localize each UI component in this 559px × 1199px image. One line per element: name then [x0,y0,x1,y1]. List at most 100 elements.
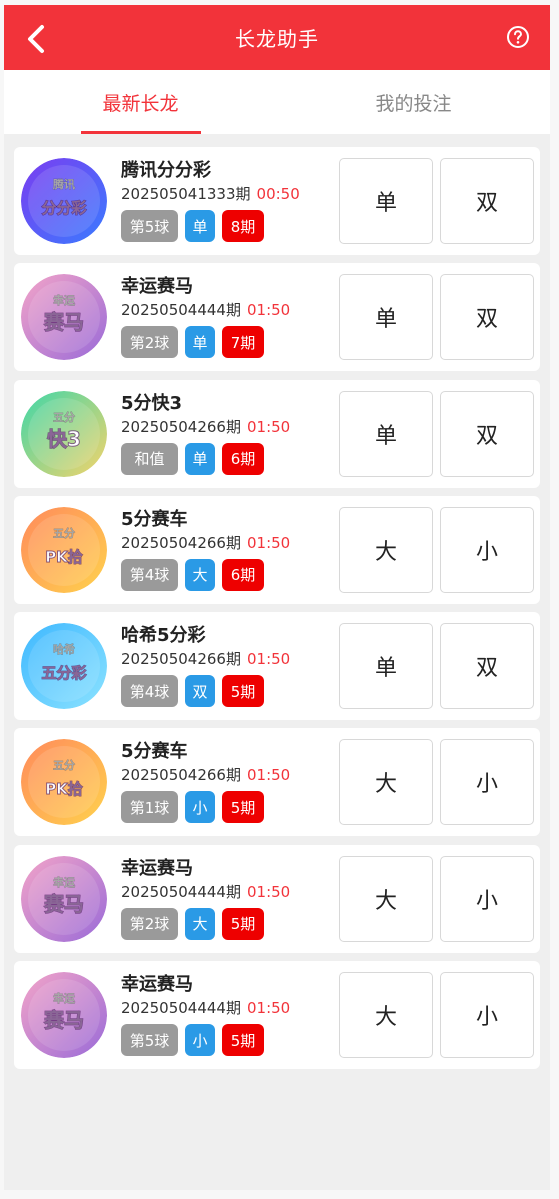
bet-option-button[interactable]: 双 [440,390,534,477]
streak-badge: 6期 [222,442,264,475]
issue-number: 20250504444期 [121,999,241,1018]
tab-my-bets[interactable]: 我的投注 [277,70,550,134]
lottery-logo: 腾讯 分分彩 [21,158,107,244]
lottery-logo-art: 幸运赛马 [21,972,107,1059]
lottery-name: 5分赛车 [121,508,188,530]
card-info: 幸运赛马 20250504444期 01:50 第2球 大 5期 [121,858,331,940]
lottery-logo-art: 五分 PK拾 [21,506,107,593]
issue-number: 20250504266期 [121,650,241,669]
streak-badge: 5期 [222,675,264,708]
bet-option-button[interactable]: 小 [440,739,534,826]
bet-option-button[interactable]: 大 [339,739,433,826]
logo-caption-main: 分分彩 [41,199,86,217]
streak-card: 幸运赛马 幸运赛马 20250504444期 01:50 第2球 大 5期 大 小 [14,844,540,953]
bet-option-button[interactable]: 小 [440,972,534,1059]
streak-badge: 6期 [222,558,264,591]
bet-option-button[interactable]: 双 [440,274,534,361]
help-button[interactable] [506,25,530,49]
lottery-name: 哈希5分彩 [121,625,206,647]
lottery-logo-art: 五分快3 [21,390,107,477]
chevron-left-icon [28,25,44,53]
tag-row: 第1球 小 5期 [121,791,331,824]
streak-card: 五分 快3 5分快3 20250504266期 01:50 和值 单 6期 单 双 [14,379,540,488]
ball-badge: 第2球 [121,326,178,359]
bet-option-button[interactable]: 双 [440,623,534,710]
logo-caption-top: 幸运 [53,293,75,307]
tag-row: 第4球 大 6期 [121,558,331,591]
logo-caption-top: 腾讯 [53,177,75,191]
issue-number: 20250504444期 [121,882,241,901]
bet-options: 大 小 [339,972,534,1059]
logo-caption-main: 赛马 [43,1008,84,1032]
card-info: 5分快3 20250504266期 01:50 和值 单 6期 [121,393,331,475]
app-frame: 长龙助手 最新长龙 我的投注 腾讯 分分彩 腾讯分分彩 202505041333期… [4,5,550,1190]
bet-option-button[interactable]: 大 [339,855,433,942]
logo-caption-main: PK拾 [45,548,83,566]
logo-caption-top: 幸运 [53,875,75,889]
countdown: 01:50 [246,533,291,552]
countdown: 01:50 [246,417,291,436]
card-info: 5分赛车 20250504266期 01:50 第4球 大 6期 [121,509,331,591]
bet-option-button[interactable]: 小 [440,506,534,593]
streak-list: 腾讯 分分彩 腾讯分分彩 202505041333期 00:50 第5球 单 8期 … [4,134,550,1070]
tag-row: 和值 单 6期 [121,442,331,475]
logo-caption-main: 五分彩 [41,664,86,682]
countdown: 01:50 [246,999,291,1018]
logo-caption-main: PK拾 [45,780,83,798]
card-info: 幸运赛马 20250504444期 01:50 第5球 小 5期 [121,974,331,1057]
back-button[interactable] [22,24,48,54]
bet-option-button[interactable]: 单 [339,274,433,361]
lottery-logo-art: 幸运赛马 [21,855,107,942]
issue-number: 20250504444期 [121,301,241,320]
help-circle-icon [507,26,529,48]
issue-row: 20250504266期 01:50 [121,764,331,786]
issue-number: 20250504266期 [121,533,241,552]
card-info: 腾讯分分彩 202505041333期 00:50 第5球 单 8期 [121,160,331,242]
card-info: 5分赛车 20250504266期 01:50 第1球 小 5期 [121,741,331,824]
logo-caption-main: 赛马 [43,310,84,334]
countdown: 01:50 [246,766,291,785]
lottery-logo: 幸运 赛马 [21,972,107,1059]
ball-badge: 第5球 [121,1024,178,1057]
issue-row: 20250504444期 01:50 [121,997,331,1019]
logo-caption-top: 幸运 [53,991,75,1005]
ball-badge: 第4球 [121,675,178,708]
streak-badge: 8期 [222,210,264,242]
bet-option-button[interactable]: 单 [339,158,433,244]
streak-card: 五分 PK拾 5分赛车 20250504266期 01:50 第4球 大 6期 大 … [14,495,540,604]
lottery-logo-art: 五分 PK拾 [21,739,107,826]
lottery-name: 腾讯分分彩 [121,160,211,181]
ball-badge: 第1球 [121,791,178,824]
bet-option-button[interactable]: 单 [339,390,433,477]
tag-row: 第2球 大 5期 [121,907,331,940]
streak-card: 幸运 赛马 幸运赛马 20250504444期 01:50 第5球 小 5期 大 小 [14,961,540,1070]
issue-number: 20250504266期 [121,766,241,785]
tag-row: 第5球 单 8期 [121,210,331,242]
tag-row: 第5球 小 5期 [121,1024,331,1057]
logo-caption-main: 赛马 [43,892,84,916]
pick-badge: 小 [185,791,215,824]
bet-options: 大 小 [339,855,534,942]
pick-badge: 单 [185,210,215,242]
card-info: 哈希5分彩 20250504266期 01:50 第4球 双 5期 [121,625,331,708]
issue-row: 20250504266期 01:50 [121,532,331,554]
streak-card: 哈希 五分彩 哈希5分彩 20250504266期 01:50 第4球 双 5期 单… [14,612,540,721]
bet-option-button[interactable]: 双 [440,158,534,244]
lottery-logo-art: 哈希五分彩 [21,623,107,710]
issue-row: 20250504266期 01:50 [121,648,331,670]
ball-badge: 第5球 [121,210,178,242]
issue-number: 202505041333期 [121,185,251,203]
issue-row: 202505041333期 00:50 [121,183,331,205]
tab-latest-streaks[interactable]: 最新长龙 [4,70,277,134]
pick-badge: 单 [185,326,215,359]
bet-option-button[interactable]: 大 [339,506,433,593]
countdown: 00:50 [256,185,300,203]
bet-options: 单 双 [339,623,534,710]
lottery-logo-art: 腾讯分分彩 [21,158,107,244]
bet-option-button[interactable]: 小 [440,855,534,942]
bet-option-button[interactable]: 大 [339,972,433,1059]
tag-row: 第4球 双 5期 [121,675,331,708]
bet-option-button[interactable]: 单 [339,623,433,710]
tag-row: 第2球 单 7期 [121,326,331,359]
page-title: 长龙助手 [235,27,319,51]
